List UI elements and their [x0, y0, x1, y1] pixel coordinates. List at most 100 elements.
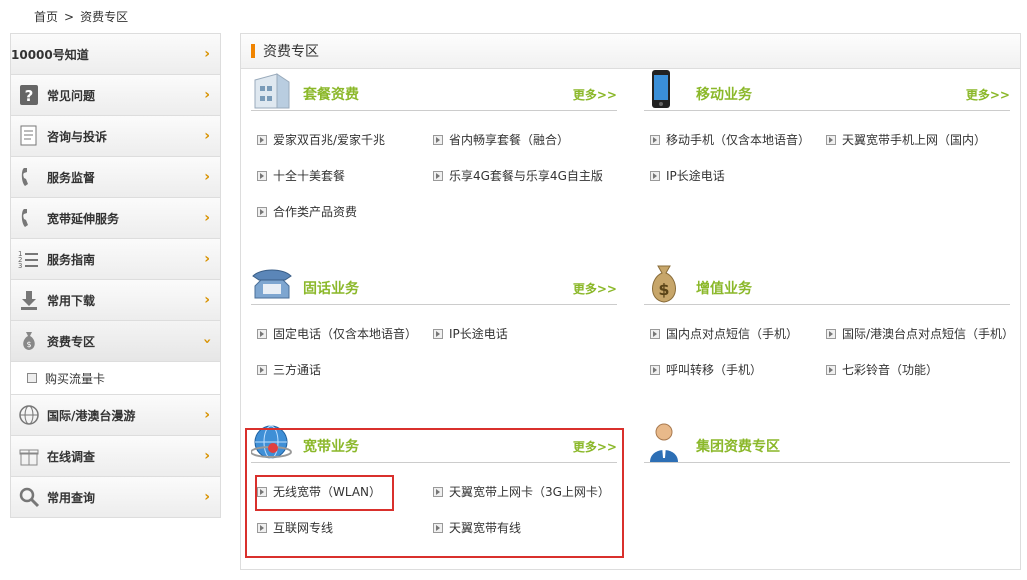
sidebar-item-service-supervision[interactable]: 服务监督 ›: [11, 157, 220, 198]
chevron-right-icon: ›: [204, 46, 210, 62]
list-item[interactable]: 国内点对点短信（手机）: [650, 325, 798, 343]
chevron-right-icon: ›: [204, 128, 210, 144]
bullet-icon: [650, 171, 660, 181]
section-value-added-services: $ 增值业务 国内点对点短信（手机） 国际/港澳台点对点短信（手机） 呼叫转移（…: [644, 265, 1014, 377]
bullet-icon: [257, 207, 267, 217]
building-icon: [254, 73, 290, 109]
money-bag-icon: $: [17, 329, 41, 353]
list-item[interactable]: 固定电话（仅含本地语音）: [257, 325, 417, 343]
section-header: 集团资费专区: [644, 423, 1010, 463]
section-title: 固话业务: [303, 281, 359, 297]
sidebar-item-label: 资费专区: [47, 334, 96, 349]
panel-header: 资费专区: [241, 34, 1020, 69]
gift-icon: [17, 444, 41, 468]
list-item[interactable]: IP长途电话: [433, 325, 508, 343]
bullet-icon: [826, 329, 836, 339]
sidebar-subitem-label: 购买流量卡: [45, 371, 106, 386]
bullet-icon: [257, 329, 267, 339]
title-accent-bar: [251, 44, 255, 58]
question-icon: ?: [17, 83, 41, 107]
list-item[interactable]: IP长途电话: [650, 167, 725, 185]
list-item[interactable]: 移动手机（仅含本地语音）: [650, 131, 810, 149]
chevron-right-icon: ›: [204, 210, 210, 226]
money-bag-icon: $: [652, 265, 676, 303]
list-item[interactable]: 国际/港澳台点对点短信（手机）: [826, 325, 1014, 343]
page-title: 资费专区: [263, 44, 319, 60]
bullet-icon: [257, 365, 267, 375]
bullet-icon: [826, 135, 836, 145]
more-link[interactable]: 更多>>: [573, 280, 617, 297]
svg-text:$: $: [26, 340, 31, 349]
sidebar-item-broadband-extension[interactable]: 宽带延伸服务 ›: [11, 198, 220, 239]
section-header: $ 增值业务: [644, 265, 1010, 305]
sidebar-item-label: 常见问题: [47, 88, 96, 103]
bullet-icon: [650, 329, 660, 339]
chevron-down-icon: ›: [199, 338, 216, 344]
chevron-right-icon: ›: [204, 169, 210, 185]
section-title: 增值业务: [696, 281, 752, 297]
section-title: 移动业务: [696, 87, 752, 103]
sidebar-item-label: 宽带延伸服务: [47, 211, 120, 226]
sidebar-item-label: 服务监督: [47, 170, 96, 185]
sidebar-subitem-buy-data-card[interactable]: 购买流量卡: [11, 362, 220, 395]
sidebar-item-faq[interactable]: ? 常见问题 ›: [11, 75, 220, 116]
sidebar-item-service-guide[interactable]: 123 服务指南 ›: [11, 239, 220, 280]
chevron-right-icon: ›: [204, 292, 210, 308]
bullet-icon: [826, 365, 836, 375]
list-item[interactable]: 省内畅享套餐（融合）: [433, 131, 569, 149]
list-item[interactable]: 七彩铃音（功能）: [826, 361, 938, 379]
chevron-right-icon: ›: [204, 407, 210, 423]
sidebar-item-downloads[interactable]: 常用下载 ›: [11, 280, 220, 321]
sidebar-item-label: 常用下载: [47, 293, 96, 308]
phone-icon: [17, 206, 41, 230]
list-item[interactable]: 乐享4G套餐与乐享4G自主版: [433, 167, 603, 185]
mobile-phone-icon: [652, 70, 670, 108]
sidebar-item-label: 常用查询: [47, 490, 96, 505]
more-link[interactable]: 更多>>: [573, 86, 617, 103]
section-header: 套餐资费 更多>>: [251, 73, 617, 111]
sidebar-item-tariffs[interactable]: $ 资费专区 ›: [11, 321, 220, 362]
svg-text:$: $: [658, 280, 669, 299]
sidebar-item-roaming[interactable]: 国际/港澳台漫游 ›: [11, 395, 220, 436]
bullet-icon: [433, 135, 443, 145]
section-mobile-services: 移动业务 更多>> 移动手机（仅含本地语音） 天翼宽带手机上网（国内） IP长途…: [644, 70, 1010, 183]
bullet-icon: [27, 373, 37, 383]
bullet-icon: [650, 365, 660, 375]
list-item[interactable]: 十全十美套餐: [257, 167, 345, 185]
more-link[interactable]: 更多>>: [966, 86, 1010, 103]
svg-text:3: 3: [18, 262, 22, 270]
section-header: 移动业务 更多>>: [644, 70, 1010, 111]
sidebar-item-online-survey[interactable]: 在线调查 ›: [11, 436, 220, 477]
breadcrumb: 首页 > 资费专区: [34, 8, 134, 25]
svg-text:?: ?: [25, 87, 34, 105]
breadcrumb-home[interactable]: 首页: [34, 10, 58, 24]
list-item[interactable]: 合作类产品资费: [257, 203, 357, 221]
list-item[interactable]: 呼叫转移（手机）: [650, 361, 762, 379]
chevron-right-icon: ›: [204, 251, 210, 267]
sidebar-item-label: 咨询与投诉: [47, 129, 108, 144]
sidebar-item-consult-complaint[interactable]: 咨询与投诉 ›: [11, 116, 220, 157]
section-title: 集团资费专区: [696, 439, 780, 455]
list-item[interactable]: 三方通话: [257, 361, 321, 379]
sidebar-item-common-query[interactable]: 常用查询 ›: [11, 477, 220, 518]
chevron-right-icon: ›: [204, 448, 210, 464]
sidebar: 10000号知道 › ? 常见问题 › 咨询与投诉 › 服务监督 › 宽带延伸服…: [10, 33, 221, 518]
chevron-right-icon: ›: [204, 87, 210, 103]
highlight-box-wlan: [255, 475, 394, 511]
section-package-tariffs: 套餐资费 更多>> 爱家双百兆/爱家千兆 省内畅享套餐（融合） 十全十美套餐 乐…: [251, 73, 617, 219]
section-group-tariffs: 集团资费专区: [644, 423, 1010, 463]
section-title: 套餐资费: [303, 87, 359, 103]
download-icon: [17, 288, 41, 312]
list-item[interactable]: 天翼宽带手机上网（国内）: [826, 131, 986, 149]
document-icon: [17, 124, 41, 148]
list-item[interactable]: 爱家双百兆/爱家千兆: [257, 131, 385, 149]
sidebar-item-10000-zhidao[interactable]: 10000号知道 ›: [11, 34, 220, 75]
section-header: 固话业务 更多>>: [251, 269, 617, 305]
business-person-icon: [650, 423, 678, 462]
bullet-icon: [257, 135, 267, 145]
bullet-icon: [257, 171, 267, 181]
breadcrumb-current: 资费专区: [80, 10, 129, 24]
bullet-icon: [433, 171, 443, 181]
section-landline-services: 固话业务 更多>> 固定电话（仅含本地语音） IP长途电话 三方通话: [251, 269, 617, 377]
main-panel: 资费专区 套餐资费 更多>> 爱家双百兆/爱家千兆 省内畅享套餐（融合） 十全十…: [240, 33, 1021, 570]
